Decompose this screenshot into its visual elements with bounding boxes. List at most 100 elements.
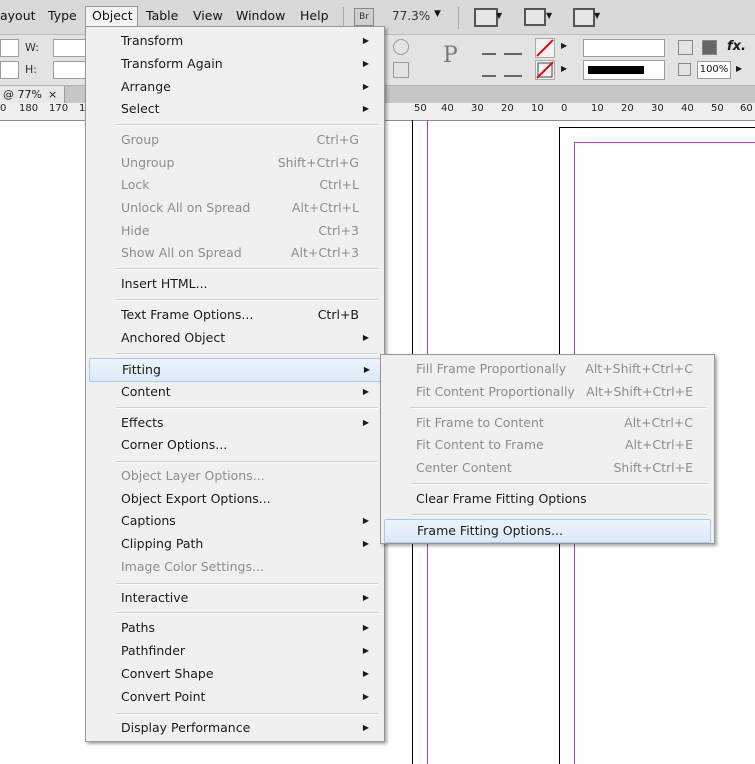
menu-item-content[interactable]: Content ▶ <box>89 381 379 403</box>
menu-item-insert-html[interactable]: Insert HTML... <box>89 273 379 295</box>
submenu-arrow-icon: ▶ <box>362 36 369 45</box>
menu-item-convert-shape[interactable]: Convert Shape ▶ <box>89 663 379 685</box>
bridge-button[interactable]: Br <box>354 8 374 26</box>
menu-view[interactable]: View <box>193 8 223 23</box>
menu-item-pathfinder[interactable]: Pathfinder ▶ <box>89 640 379 662</box>
zoom-dropdown-icon[interactable]: ▼ <box>434 9 441 19</box>
stroke-type-select[interactable] <box>583 60 665 80</box>
menu-item-label: Select <box>121 101 160 116</box>
chevron-down-icon[interactable]: ▼ <box>594 11 600 20</box>
menu-item-label: Group <box>121 132 160 147</box>
ruler-tick-label: 0 <box>561 103 568 114</box>
screen-mode-icon[interactable] <box>524 8 546 26</box>
menu-item-fitting[interactable]: Fitting ▶ <box>89 358 381 382</box>
menu-item-label: Text Frame Options... <box>121 307 254 322</box>
menu-item-unlock-all-on-spread[interactable]: Unlock All on Spread Alt+Ctrl+L <box>89 197 379 219</box>
submenu-item-fit-frame-to-content[interactable]: Fit Frame to Content Alt+Ctrl+C <box>384 412 709 434</box>
menu-object[interactable]: Object <box>92 8 133 23</box>
zoom-level[interactable]: 77.3% <box>392 9 430 23</box>
align-icon[interactable] <box>482 39 496 55</box>
menu-item-anchored-object[interactable]: Anchored Object ▶ <box>89 327 379 349</box>
stroke-weight-field[interactable] <box>583 39 665 57</box>
menu-item-label: Content <box>121 384 171 399</box>
menu-type[interactable]: Type <box>48 8 77 23</box>
view-options-icon[interactable] <box>474 8 498 27</box>
menu-item-label: Center Content <box>416 460 512 475</box>
scale-percent-field[interactable]: 100% <box>697 61 731 79</box>
menu-item-image-color-settings[interactable]: Image Color Settings... <box>89 556 379 578</box>
drop-shadow-icon[interactable] <box>702 40 717 55</box>
submenu-arrow-icon: ▶ <box>362 539 369 548</box>
frame-fitting-icon[interactable] <box>678 40 693 55</box>
menu-item-label: Convert Shape <box>121 666 214 681</box>
menu-item-hide[interactable]: Hide Ctrl+3 <box>89 220 379 242</box>
chevron-right-icon[interactable]: ▶ <box>736 64 742 73</box>
ruler-tick-label: 10 <box>531 103 544 114</box>
menu-item-label: Lock <box>121 177 150 192</box>
menu-item-convert-point[interactable]: Convert Point ▶ <box>89 686 379 708</box>
paragraph-icon[interactable]: P <box>443 43 458 68</box>
menu-item-arrange[interactable]: Arrange ▶ <box>89 76 379 98</box>
menu-separator <box>116 583 378 585</box>
fill-swatch-icon[interactable] <box>535 38 555 58</box>
submenu-item-fit-content-proportionally[interactable]: Fit Content Proportionally Alt+Shift+Ctrl… <box>384 381 709 403</box>
menu-item-text-frame-options[interactable]: Text Frame Options... Ctrl+B <box>89 304 379 326</box>
menu-help[interactable]: Help <box>300 8 329 23</box>
menu-item-group[interactable]: Group Ctrl+G <box>89 129 379 151</box>
h-label: H: <box>25 63 37 76</box>
width-field[interactable] <box>53 39 87 57</box>
chevron-right-icon[interactable]: ▶ <box>561 64 567 73</box>
height-field[interactable] <box>53 61 87 79</box>
menu-item-show-all-on-spread[interactable]: Show All on Spread Alt+Ctrl+3 <box>89 242 379 264</box>
w-label: W: <box>25 41 39 54</box>
distribute-icon[interactable] <box>504 61 522 77</box>
submenu-item-center-content[interactable]: Center Content Shift+Ctrl+E <box>384 457 709 479</box>
menu-item-label: Frame Fitting Options... <box>417 523 563 538</box>
scale-icon <box>678 63 691 76</box>
stroke-swatch-icon[interactable] <box>535 60 555 80</box>
menu-item-label: Show All on Spread <box>121 245 242 260</box>
submenu-arrow-icon: ▶ <box>362 623 369 632</box>
menu-item-captions[interactable]: Captions ▶ <box>89 510 379 532</box>
document-tab[interactable]: @ 77% × <box>0 86 65 103</box>
submenu-item-fill-frame-proportionally[interactable]: Fill Frame Proportionally Alt+Shift+Ctrl+… <box>384 358 709 380</box>
menu-item-object-layer-options[interactable]: Object Layer Options... <box>89 465 379 487</box>
menu-item-object-export-options[interactable]: Object Export Options... <box>89 488 379 510</box>
arrange-documents-icon[interactable] <box>573 8 595 27</box>
submenu-item-clear-frame-fitting-options[interactable]: Clear Frame Fitting Options <box>384 488 709 510</box>
chevron-down-icon[interactable]: ▼ <box>546 11 552 20</box>
menu-item-corner-options[interactable]: Corner Options... <box>89 434 379 456</box>
menu-item-ungroup[interactable]: Ungroup Shift+Ctrl+G <box>89 152 379 174</box>
submenu-item-fit-content-to-frame[interactable]: Fit Content to Frame Alt+Ctrl+E <box>384 434 709 456</box>
close-icon[interactable]: × <box>48 86 57 103</box>
menu-item-transform[interactable]: Transform ▶ <box>89 30 379 52</box>
menu-layout[interactable]: ayout <box>0 8 36 23</box>
menu-item-transform-again[interactable]: Transform Again ▶ <box>89 53 379 75</box>
menu-item-label: Transform <box>121 33 184 48</box>
menu-item-effects[interactable]: Effects ▶ <box>89 412 379 434</box>
menu-window[interactable]: Window <box>236 8 285 23</box>
rotate-icon[interactable] <box>393 39 409 55</box>
shear-icon[interactable] <box>393 62 409 78</box>
y-field[interactable] <box>0 61 19 79</box>
submenu-arrow-icon: ▶ <box>362 646 369 655</box>
menu-item-display-performance[interactable]: Display Performance ▶ <box>89 717 379 739</box>
chevron-down-icon[interactable]: ▼ <box>496 11 502 20</box>
menu-item-paths[interactable]: Paths ▶ <box>89 617 379 639</box>
distribute-icon[interactable] <box>504 39 522 55</box>
x-field[interactable] <box>0 39 19 57</box>
menu-item-lock[interactable]: Lock Ctrl+L <box>89 174 379 196</box>
align-icon[interactable] <box>482 61 496 77</box>
menu-table[interactable]: Table <box>146 8 178 23</box>
chevron-right-icon[interactable]: ▶ <box>561 41 567 50</box>
menu-item-interactive[interactable]: Interactive ▶ <box>89 587 379 609</box>
menu-item-label: Paths <box>121 620 155 635</box>
menu-item-label: Arrange <box>121 79 171 94</box>
menu-separator <box>411 407 707 409</box>
submenu-item-frame-fitting-options[interactable]: Frame Fitting Options... <box>384 519 711 543</box>
menu-item-clipping-path[interactable]: Clipping Path ▶ <box>89 533 379 555</box>
menu-item-select[interactable]: Select ▶ <box>89 98 379 120</box>
menu-item-shortcut: Alt+Ctrl+E <box>624 437 693 452</box>
effects-fx-icon[interactable]: fx. <box>727 39 746 54</box>
menu-item-label: Clipping Path <box>121 536 204 551</box>
